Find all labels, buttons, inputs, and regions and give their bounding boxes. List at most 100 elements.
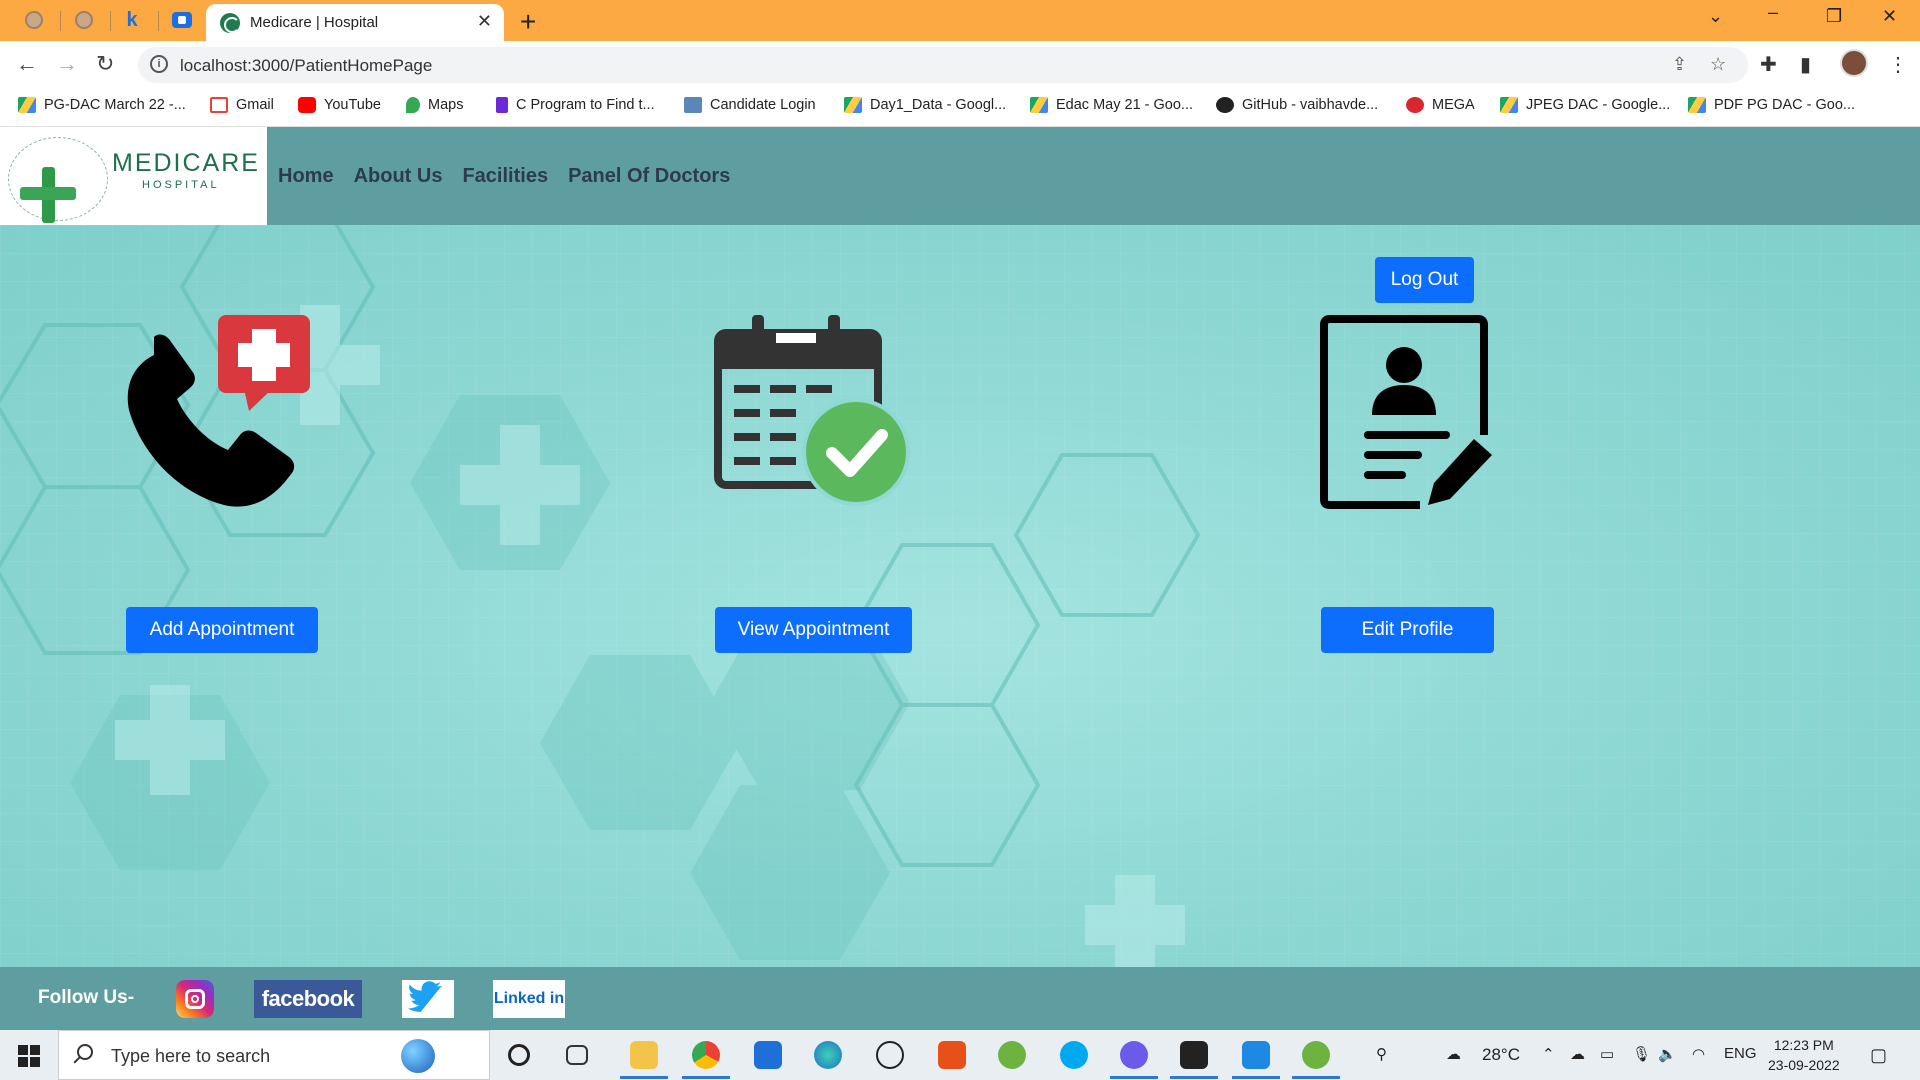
minimize-icon[interactable]: – (1768, 2, 1778, 23)
bookmark-label: GitHub - vaibhavde... (1242, 97, 1379, 113)
office-icon[interactable] (938, 1041, 966, 1069)
linkedin-link[interactable]: Linked in (493, 980, 565, 1018)
edit-profile-button[interactable]: Edit Profile (1321, 607, 1494, 653)
people-icon[interactable]: ⚲ (1376, 1045, 1387, 1063)
nav-about-us[interactable]: About Us (354, 165, 443, 188)
youtube-icon (298, 97, 316, 113)
profile-edit-icon[interactable] (1320, 315, 1495, 510)
dell-icon[interactable] (876, 1041, 904, 1069)
bookmarks-bar: PG-DAC March 22 -... Gmail YouTube Maps … (0, 89, 1920, 127)
bookmark-star-icon[interactable]: ☆ (1710, 54, 1726, 75)
address-bar[interactable]: i localhost:3000/PatientHomePage ⇪ ☆ (138, 47, 1748, 83)
battery-icon[interactable]: ▭ (1600, 1045, 1614, 1063)
instagram-icon[interactable] (176, 980, 214, 1018)
bookmark-label: PG-DAC March 22 -... (44, 97, 186, 113)
temperature[interactable]: 28°C (1482, 1045, 1520, 1065)
google-drive-icon (1030, 97, 1048, 113)
nav-home[interactable]: Home (278, 165, 334, 188)
bookmark-item[interactable]: JPEG DAC - Google... (1500, 97, 1670, 113)
reload-icon[interactable]: ↻ (96, 51, 114, 77)
microphone-icon[interactable]: 🎙 (1632, 1045, 1651, 1063)
taskbar-search[interactable]: Type here to search (58, 1030, 490, 1080)
chrome-profile-icon[interactable] (1120, 1041, 1148, 1069)
bookmark-item[interactable]: Candidate Login (684, 97, 816, 113)
google-drive-icon (1500, 97, 1518, 113)
bookmark-item[interactable]: C Program to Find t... (496, 97, 655, 113)
side-panel-icon[interactable]: ▮ (1800, 52, 1811, 77)
video-call-icon (172, 12, 192, 28)
calendar-check-icon[interactable] (714, 315, 910, 510)
logo-subtitle: HOSPITAL (142, 179, 220, 191)
spring-boot-icon[interactable] (1302, 1041, 1330, 1069)
tab-search-chevron-icon[interactable]: ⌄ (1708, 6, 1723, 27)
spring-tool-icon[interactable] (998, 1041, 1026, 1069)
close-tab-icon[interactable]: ✕ (477, 11, 492, 32)
weather-cloud-icon[interactable]: ☁ (1446, 1045, 1461, 1063)
site-info-icon[interactable]: i (150, 55, 168, 73)
pinned-tab-1[interactable] (22, 8, 46, 32)
pinned-tab-4[interactable] (170, 8, 194, 32)
tab-medicare[interactable]: Medicare | Hospital ✕ (206, 4, 504, 41)
edge-icon[interactable] (814, 1041, 842, 1069)
cortana-icon[interactable] (508, 1044, 530, 1066)
bookmark-item[interactable]: Edac May 21 - Goo... (1030, 97, 1193, 113)
skype-icon[interactable] (1060, 1041, 1088, 1069)
terminal-icon[interactable] (1180, 1041, 1208, 1069)
bookmark-item[interactable]: Gmail (210, 97, 274, 113)
volume-icon[interactable]: 🔈 (1658, 1045, 1677, 1063)
notifications-icon[interactable]: ▢ (1870, 1045, 1887, 1066)
language-indicator[interactable]: ENG (1724, 1045, 1757, 1062)
forward-icon[interactable]: → (56, 51, 78, 77)
file-explorer-icon[interactable] (630, 1041, 658, 1069)
site-logo[interactable]: MEDICARE HOSPITAL (0, 127, 267, 225)
vscode-icon[interactable] (1242, 1041, 1270, 1069)
add-appointment-button[interactable]: Add Appointment (126, 607, 318, 653)
github-icon (1216, 97, 1234, 113)
pinned-tab-3[interactable]: k (120, 8, 144, 32)
site-navbar: MEDICARE HOSPITAL Home About Us Faciliti… (0, 127, 1920, 225)
bookmark-item[interactable]: GitHub - vaibhavde... (1216, 97, 1378, 113)
bookmark-item[interactable]: Day1_Data - Googl... (844, 97, 1006, 113)
search-highlight-icon (401, 1039, 435, 1073)
share-icon[interactable]: ⇪ (1672, 54, 1687, 75)
google-drive-icon (1688, 97, 1706, 113)
phone-medical-icon[interactable] (124, 315, 314, 510)
bookmark-item[interactable]: YouTube (298, 97, 381, 113)
url-text[interactable]: localhost:3000/PatientHomePage (180, 56, 432, 76)
bookmark-item[interactable]: PDF PG DAC - Goo... (1688, 97, 1855, 113)
bookmark-item[interactable]: PG-DAC March 22 -... (18, 97, 186, 113)
chrome-icon[interactable] (692, 1041, 720, 1069)
browser-tab-strip: k Medicare | Hospital ✕ + ⌄ – ❐ ✕ (0, 0, 1920, 41)
page-viewport: MEDICARE HOSPITAL Home About Us Faciliti… (0, 127, 1920, 1030)
new-tab-icon[interactable]: + (520, 6, 536, 38)
nav-panel-of-doctors[interactable]: Panel Of Doctors (568, 165, 730, 188)
bookmark-label: PDF PG DAC - Goo... (1714, 97, 1855, 113)
system-clock[interactable]: 12:23 PM 23-09-2022 (1768, 1035, 1840, 1075)
bookmark-label: YouTube (324, 97, 381, 113)
logout-button[interactable]: Log Out (1375, 257, 1474, 303)
nav-facilities[interactable]: Facilities (462, 165, 548, 188)
task-view-icon[interactable] (566, 1045, 588, 1065)
back-icon[interactable]: ← (16, 51, 38, 77)
wifi-icon[interactable]: ◠ (1692, 1045, 1705, 1063)
windows-start-icon[interactable] (18, 1045, 40, 1067)
pinned-tab-2[interactable] (72, 8, 96, 32)
show-hidden-icons-icon[interactable]: ⌃ (1542, 1045, 1555, 1063)
restore-icon[interactable]: ❐ (1826, 6, 1842, 27)
tab-title: Medicare | Hospital (250, 14, 379, 31)
bookmark-label: Candidate Login (710, 97, 816, 113)
mail-icon[interactable] (754, 1041, 782, 1069)
twitter-icon[interactable] (402, 980, 454, 1018)
twitter-bird-icon (408, 981, 442, 1012)
extensions-icon[interactable]: ✚ (1760, 52, 1777, 77)
view-appointment-button[interactable]: View Appointment (715, 607, 912, 653)
close-window-icon[interactable]: ✕ (1882, 6, 1897, 27)
profile-avatar[interactable] (1840, 49, 1868, 77)
onedrive-icon[interactable]: ☁ (1570, 1045, 1585, 1063)
facebook-link[interactable]: facebook (254, 980, 362, 1018)
active-indicator (1170, 1076, 1218, 1079)
bookmark-item[interactable]: MEGA (1406, 97, 1475, 113)
menu-kebab-icon[interactable]: ⋮ (1888, 52, 1908, 77)
windows-taskbar: Type here to search ⚲ ☁ 28°C ⌃ ☁ ▭ 🎙 🔈 ◠… (0, 1030, 1920, 1080)
bookmark-item[interactable]: Maps (406, 97, 463, 113)
